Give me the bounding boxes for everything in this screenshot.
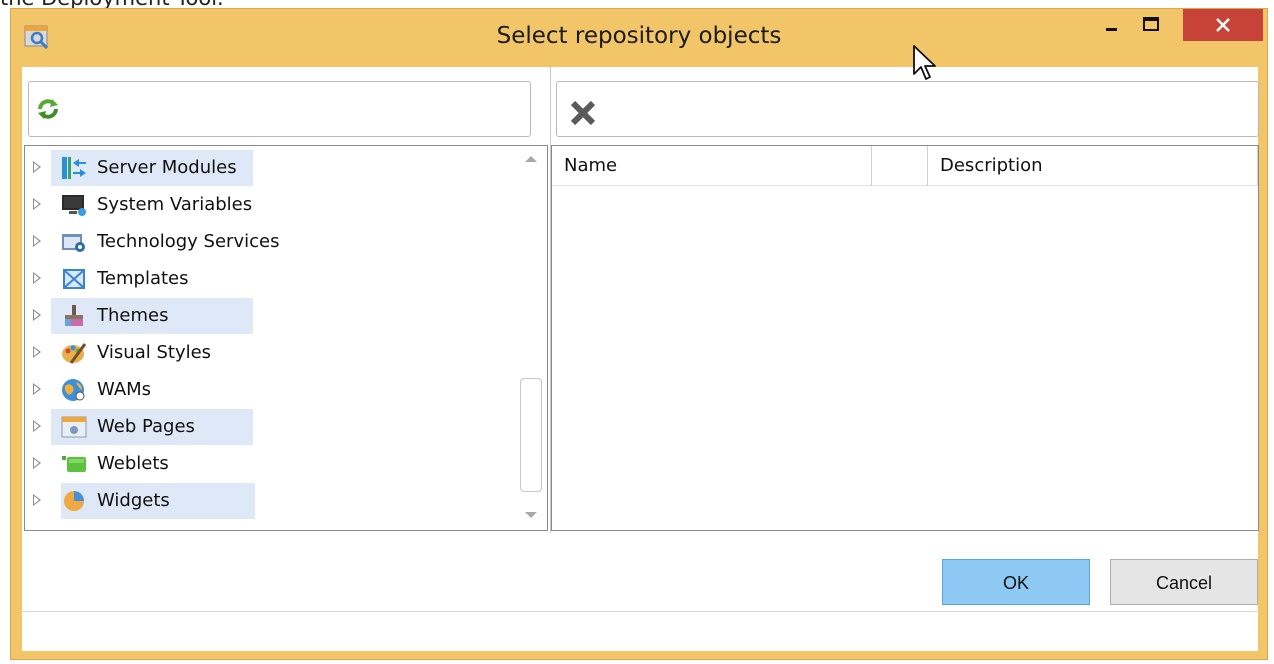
tree-item-system-variables[interactable]: System Variables: [25, 187, 505, 223]
ok-button[interactable]: OK: [942, 559, 1090, 605]
window-title: Select repository objects: [496, 23, 782, 49]
tree-item-label: Weblets: [97, 453, 169, 474]
tree-item-widgets[interactable]: Widgets: [25, 483, 505, 519]
expand-arrow-icon[interactable]: [33, 272, 41, 284]
expand-arrow-icon[interactable]: [33, 309, 41, 321]
tree-item-label: Technology Services: [97, 231, 280, 252]
tree-item-technology-services[interactable]: Technology Services: [25, 224, 505, 260]
tree-item-label: Visual Styles: [97, 342, 212, 363]
scrollbar-thumb[interactable]: [520, 378, 542, 492]
system-variables-icon: [62, 195, 86, 216]
maximize-button[interactable]: [1133, 9, 1169, 41]
expand-arrow-icon[interactable]: [33, 494, 41, 506]
close-icon: [1216, 18, 1230, 32]
tree-item-label: WAMs: [97, 379, 152, 400]
tree-item-label: Server Modules: [97, 157, 237, 178]
tree-item-label: System Variables: [97, 194, 253, 215]
tree-item-label: Templates: [97, 268, 189, 289]
expand-arrow-icon[interactable]: [33, 346, 41, 358]
close-button[interactable]: [1183, 9, 1263, 41]
expand-arrow-icon[interactable]: [33, 235, 41, 247]
maximize-icon: [1143, 17, 1159, 31]
left-panel: Server Modules System Variables Technolo…: [22, 67, 548, 533]
tree-item-label: Web Pages: [97, 416, 195, 437]
visual-styles-icon: [62, 343, 87, 364]
widgets-icon: [64, 491, 84, 511]
dialog-client-area: Server Modules System Variables Technolo…: [22, 67, 1259, 651]
web-pages-icon: [61, 416, 87, 438]
tree-item-themes[interactable]: Themes: [25, 298, 505, 334]
tree-item-weblets[interactable]: Weblets: [25, 446, 505, 482]
right-toolbar: [556, 81, 1259, 137]
column-header-blank[interactable]: [872, 146, 928, 186]
templates-icon: [63, 269, 85, 289]
tree-item-templates[interactable]: Templates: [25, 261, 505, 297]
tree-item-web-pages[interactable]: Web Pages: [25, 409, 505, 445]
select-repository-objects-dialog: Select repository objects Server Modules…: [10, 8, 1268, 660]
column-header-name[interactable]: Name: [552, 146, 872, 186]
tree-item-visual-styles[interactable]: Visual Styles: [25, 335, 505, 371]
tree-item-server-modules[interactable]: Server Modules: [25, 150, 505, 186]
status-bar-divider: [22, 611, 1258, 612]
minimize-icon: [1106, 28, 1117, 31]
cancel-button-label: Cancel: [1155, 573, 1213, 593]
expand-arrow-icon[interactable]: [33, 457, 41, 469]
column-header-description[interactable]: Description: [928, 146, 1258, 186]
minimize-button[interactable]: [1095, 9, 1129, 41]
mouse-cursor-icon: [913, 45, 936, 80]
expand-arrow-icon[interactable]: [33, 383, 41, 395]
left-toolbar: [28, 81, 531, 137]
themes-icon: [65, 305, 83, 326]
technology-services-icon: [62, 234, 85, 252]
weblets-icon: [62, 456, 86, 472]
repository-tree[interactable]: Server Modules System Variables Technolo…: [24, 145, 548, 531]
right-panel: Name Description: [550, 67, 1259, 533]
expand-arrow-icon[interactable]: [33, 198, 41, 210]
tree-vertical-scrollbar[interactable]: [515, 146, 547, 530]
wams-icon: [62, 379, 85, 401]
tree-item-label: Themes: [97, 305, 169, 326]
selected-objects-grid[interactable]: Name Description: [551, 145, 1259, 531]
refresh-icon[interactable]: [35, 96, 61, 122]
expand-arrow-icon[interactable]: [33, 161, 41, 173]
scroll-down-arrow-icon[interactable]: [525, 512, 537, 518]
grid-header: Name Description: [552, 146, 1258, 186]
server-modules-icon: [62, 157, 86, 179]
cancel-button[interactable]: Cancel: [1110, 559, 1258, 605]
ok-button-label: OK: [1002, 573, 1029, 593]
expand-arrow-icon[interactable]: [33, 420, 41, 432]
tree-item-label: Widgets: [97, 490, 170, 511]
scroll-up-arrow-icon[interactable]: [525, 156, 537, 162]
title-bar[interactable]: Select repository objects: [11, 9, 1267, 65]
delete-icon[interactable]: [569, 100, 597, 126]
tree-item-wams[interactable]: WAMs: [25, 372, 505, 408]
